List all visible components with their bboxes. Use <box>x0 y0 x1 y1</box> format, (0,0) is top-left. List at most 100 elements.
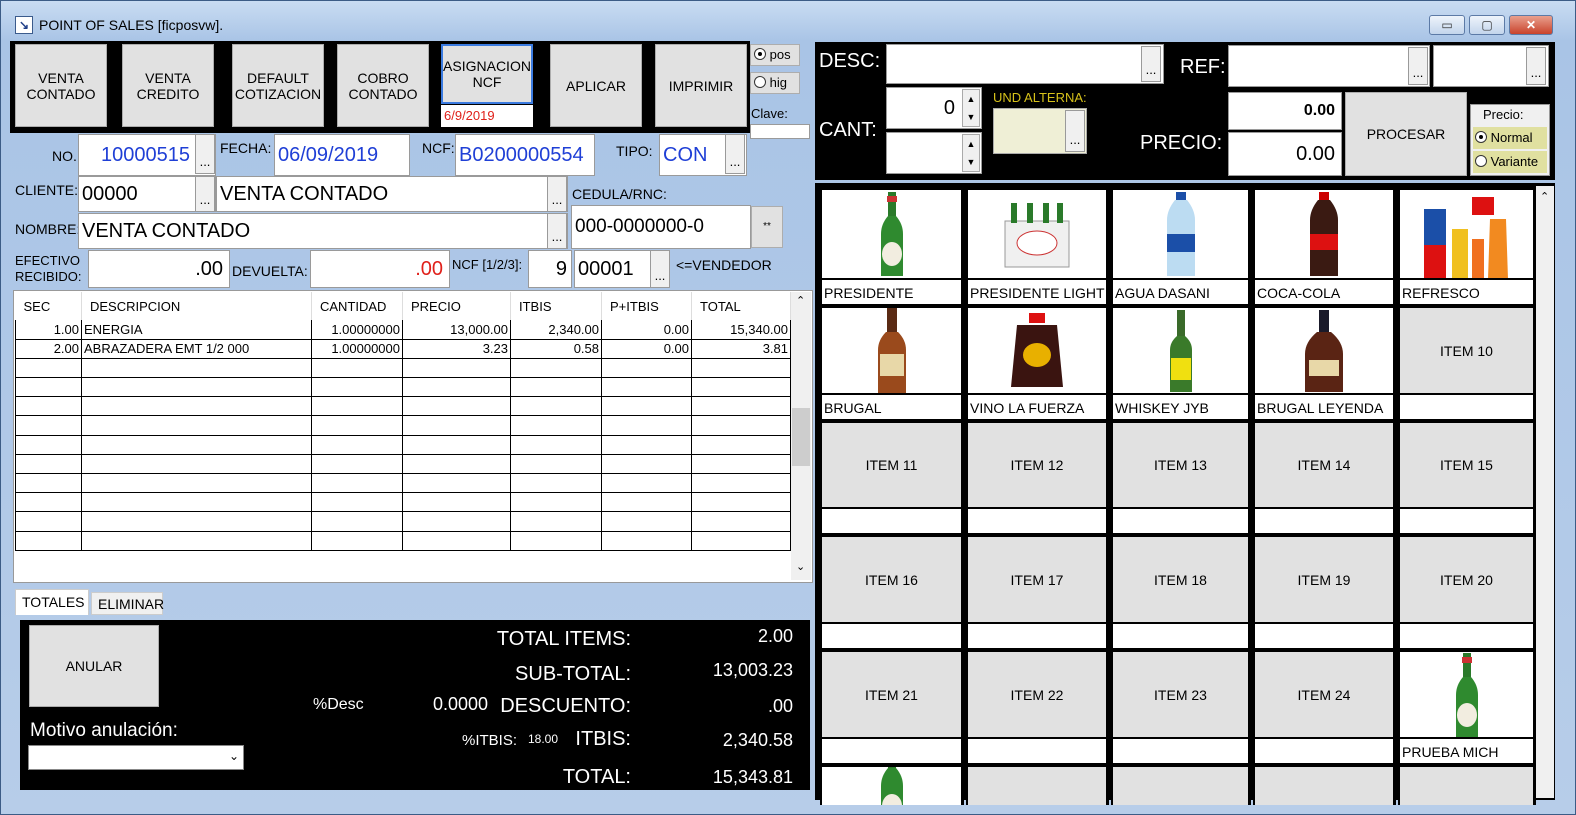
table-cell[interactable] <box>15 454 82 475</box>
product-tile[interactable]: ITEM 23 <box>1111 650 1251 765</box>
col-sec[interactable]: SEC <box>15 292 82 320</box>
no-lookup-button[interactable]: ... <box>195 134 215 174</box>
table-cell[interactable] <box>402 454 511 475</box>
table-cell[interactable] <box>402 531 511 551</box>
tab-eliminar[interactable]: ELIMINAR <box>91 592 164 615</box>
table-cell[interactable] <box>15 531 82 551</box>
cedula-field[interactable]: 000-0000000-0 <box>571 205 751 249</box>
table-row[interactable] <box>15 396 791 417</box>
fecha-field[interactable]: 06/09/2019 <box>274 134 410 176</box>
table-cell[interactable] <box>510 377 602 398</box>
tab-totales[interactable]: TOTALES <box>15 589 89 615</box>
table-cell[interactable] <box>510 435 602 455</box>
product-tile[interactable] <box>966 765 1109 805</box>
variante-radio[interactable]: Variante <box>1473 151 1547 173</box>
product-tile[interactable]: ITEM 24 <box>1253 650 1396 765</box>
table-cell[interactable] <box>81 377 312 398</box>
product-tile[interactable] <box>1398 765 1536 805</box>
table-cell[interactable] <box>311 358 403 379</box>
product-tile[interactable]: ITEM 12 <box>966 421 1109 535</box>
product-tile[interactable]: ITEM 13 <box>1111 421 1251 535</box>
table-cell[interactable] <box>510 531 602 551</box>
table-cell[interactable] <box>311 377 403 398</box>
table-cell[interactable]: 2,340.00 <box>510 320 602 340</box>
cant-spinner[interactable]: ▲ ▼ <box>962 89 980 127</box>
table-cell[interactable] <box>81 511 312 532</box>
aplicar-button[interactable]: APLICAR <box>550 44 642 127</box>
spin-down-icon[interactable]: ▼ <box>967 112 976 122</box>
product-tile[interactable] <box>1111 765 1251 805</box>
table-cell[interactable] <box>510 396 602 417</box>
default-cotizacion-button[interactable]: DEFAULT COTIZACION <box>232 44 324 127</box>
grid-scrollbar[interactable]: ⌃ ⌄ <box>791 292 811 580</box>
cant2-spinner[interactable]: ▲ ▼ <box>962 134 980 172</box>
table-cell[interactable] <box>402 377 511 398</box>
table-cell[interactable] <box>691 415 791 436</box>
table-cell[interactable] <box>510 415 602 436</box>
grid-scroll-thumb[interactable] <box>792 408 810 466</box>
table-cell[interactable]: 0.00 <box>601 339 692 359</box>
und-alterna-lookup-button[interactable]: ... <box>1065 110 1085 152</box>
ncf-type-field[interactable]: 9 <box>528 250 572 288</box>
venta-contado-button[interactable]: VENTA CONTADO <box>15 44 107 127</box>
table-cell[interactable] <box>691 377 791 398</box>
col-descripcion[interactable]: DESCRIPCION <box>81 292 312 320</box>
table-cell[interactable]: 0.58 <box>510 339 602 359</box>
product-tile[interactable]: ITEM 20 <box>1398 535 1536 650</box>
table-cell[interactable] <box>15 358 82 379</box>
procesar-button[interactable]: PROCESAR <box>1345 92 1467 176</box>
product-tile[interactable]: AGUA DASANI <box>1111 188 1251 306</box>
motivo-select[interactable]: ⌄ <box>28 745 244 770</box>
col-pitbis[interactable]: P+ITBIS <box>601 292 692 320</box>
cliente-name-lookup-button[interactable]: ... <box>547 176 567 212</box>
imprimir-button[interactable]: IMPRIMIR <box>655 44 747 127</box>
table-cell[interactable]: 3.81 <box>691 339 791 359</box>
table-cell[interactable]: 1.00 <box>15 320 82 340</box>
table-row[interactable] <box>15 435 791 455</box>
product-tile[interactable]: WHISKEY JYB <box>1111 306 1251 421</box>
cliente-lookup-button[interactable]: ... <box>195 176 215 212</box>
table-cell[interactable]: ABRAZADERA EMT 1/2 000 <box>81 339 312 359</box>
table-cell[interactable] <box>15 377 82 398</box>
table-cell[interactable] <box>311 473 403 494</box>
table-cell[interactable] <box>81 396 312 417</box>
table-cell[interactable] <box>510 473 602 494</box>
product-tile[interactable]: ITEM 14 <box>1253 421 1396 535</box>
table-cell[interactable] <box>601 492 692 513</box>
product-tile[interactable]: ITEM 22 <box>966 650 1109 765</box>
table-cell[interactable]: 13,000.00 <box>402 320 511 340</box>
vendedor-lookup-button[interactable]: ... <box>650 250 670 288</box>
table-cell[interactable] <box>691 396 791 417</box>
product-tile[interactable] <box>820 765 964 805</box>
table-cell[interactable] <box>601 473 692 494</box>
spin-up-icon[interactable]: ▲ <box>967 94 976 104</box>
col-cantidad[interactable]: CANTIDAD <box>311 292 403 320</box>
table-cell[interactable] <box>601 396 692 417</box>
table-cell[interactable] <box>311 454 403 475</box>
scroll-up-icon[interactable]: ⌃ <box>1540 190 1549 203</box>
scroll-up-icon[interactable]: ⌃ <box>796 294 805 307</box>
table-cell[interactable] <box>601 358 692 379</box>
nombre-field[interactable]: VENTA CONTADO <box>78 213 568 249</box>
table-cell[interactable] <box>691 511 791 532</box>
table-cell[interactable] <box>81 492 312 513</box>
table-cell[interactable] <box>402 435 511 455</box>
table-row[interactable] <box>15 492 791 513</box>
table-cell[interactable]: 2.00 <box>15 339 82 359</box>
product-tile[interactable]: ITEM 10 <box>1398 306 1536 421</box>
product-tile[interactable]: BRUGAL <box>820 306 964 421</box>
spin-down-icon[interactable]: ▼ <box>967 157 976 167</box>
table-cell[interactable]: 1.00000000 <box>311 339 403 359</box>
maximize-button[interactable]: ▢ <box>1469 15 1505 35</box>
table-row[interactable] <box>15 531 791 551</box>
tipo-lookup-button[interactable]: ... <box>725 134 745 174</box>
ref2-lookup-button[interactable]: ... <box>1526 47 1546 85</box>
table-cell[interactable]: 1.00000000 <box>311 320 403 340</box>
product-tile[interactable]: VINO LA FUERZA <box>966 306 1109 421</box>
cedula-search-button[interactable]: ** <box>751 206 783 248</box>
table-cell[interactable] <box>691 473 791 494</box>
table-cell[interactable] <box>81 473 312 494</box>
product-tile[interactable]: PRUEBA MICH <box>1398 650 1536 765</box>
spin-up-icon[interactable]: ▲ <box>967 139 976 149</box>
minimize-button[interactable]: ▭ <box>1429 15 1465 35</box>
